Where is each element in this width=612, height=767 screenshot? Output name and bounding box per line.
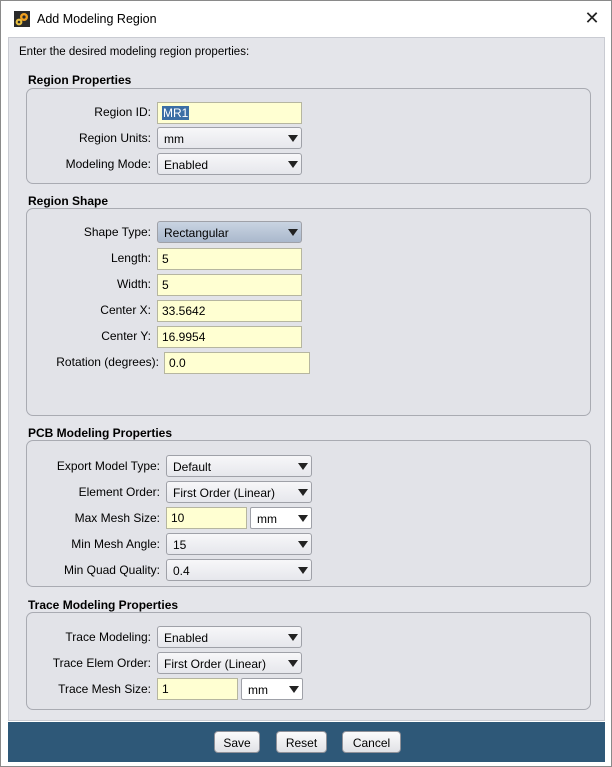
width-field[interactable]: 5: [157, 274, 302, 296]
chevron-down-icon: [288, 133, 298, 143]
center-x-label: Center X:: [100, 303, 151, 317]
rotation-field[interactable]: 0.0: [164, 352, 310, 374]
app-gear-icon: [14, 11, 30, 27]
region-properties-title: Region Properties: [28, 73, 132, 87]
shape-type-dropdown[interactable]: Rectangular: [157, 221, 302, 243]
dialog-content: Enter the desired modeling region proper…: [8, 37, 605, 721]
shape-type-label: Shape Type:: [83, 225, 151, 239]
width-label: Width:: [116, 277, 151, 291]
modeling-mode-dropdown[interactable]: Enabled: [157, 153, 302, 175]
min-mesh-angle-label: Min Mesh Angle:: [71, 537, 160, 551]
chevron-down-icon: [298, 487, 308, 497]
max-mesh-size-field[interactable]: 10: [166, 507, 247, 529]
region-id-field[interactable]: MR1: [157, 102, 302, 124]
save-button[interactable]: Save: [214, 731, 260, 753]
chevron-down-icon: [298, 539, 308, 549]
reset-button[interactable]: Reset: [276, 731, 327, 753]
instructions-text: Enter the desired modeling region proper…: [19, 46, 250, 58]
center-y-field[interactable]: 16.9954: [157, 326, 302, 348]
trace-modeling-dropdown[interactable]: Enabled: [157, 626, 302, 648]
pcb-modeling-title: PCB Modeling Properties: [28, 426, 173, 440]
trace-modeling-title: Trace Modeling Properties: [28, 598, 179, 612]
close-icon: ✕: [584, 7, 600, 28]
region-units-dropdown[interactable]: mm: [157, 127, 302, 149]
chevron-down-icon: [288, 159, 298, 169]
trace-mesh-size-unit-dropdown[interactable]: mm: [241, 678, 303, 700]
max-mesh-size-label: Max Mesh Size:: [74, 511, 160, 525]
button-bar: Save Reset Cancel: [8, 722, 605, 762]
close-button[interactable]: ✕: [575, 3, 609, 33]
length-field[interactable]: 5: [157, 248, 302, 270]
export-model-type-label: Export Model Type:: [56, 459, 160, 473]
cancel-button[interactable]: Cancel: [342, 731, 401, 753]
min-quad-quality-label: Min Quad Quality:: [63, 563, 160, 577]
chevron-down-icon: [288, 227, 298, 237]
region-id-label: Region ID:: [94, 105, 151, 119]
chevron-down-icon: [288, 658, 298, 668]
chevron-down-icon: [298, 461, 308, 471]
min-quad-quality-dropdown[interactable]: 0.4: [166, 559, 312, 581]
chevron-down-icon: [298, 565, 308, 575]
trace-elem-order-label: Trace Elem Order:: [52, 656, 151, 670]
chevron-down-icon: [298, 513, 308, 523]
center-y-label: Center Y:: [101, 329, 151, 343]
rotation-label: Rotation (degrees):: [56, 355, 159, 369]
element-order-label: Element Order:: [78, 485, 160, 499]
window-title: Add Modeling Region: [37, 12, 157, 26]
export-model-type-dropdown[interactable]: Default: [166, 455, 312, 477]
center-x-field[interactable]: 33.5642: [157, 300, 302, 322]
min-mesh-angle-dropdown[interactable]: 15: [166, 533, 312, 555]
trace-mesh-size-field[interactable]: 1: [157, 678, 238, 700]
trace-mesh-size-label: Trace Mesh Size:: [58, 682, 151, 696]
length-label: Length:: [110, 251, 151, 265]
title-bar[interactable]: Add Modeling Region ✕: [1, 1, 611, 35]
max-mesh-size-unit-dropdown[interactable]: mm: [250, 507, 312, 529]
region-units-label: Region Units:: [78, 131, 151, 145]
trace-elem-order-dropdown[interactable]: First Order (Linear): [157, 652, 302, 674]
chevron-down-icon: [288, 632, 298, 642]
dialog-window: Add Modeling Region ✕ Enter the desired …: [0, 0, 612, 767]
chevron-down-icon: [289, 684, 299, 694]
trace-modeling-label: Trace Modeling:: [65, 630, 151, 644]
modeling-mode-label: Modeling Mode:: [65, 157, 151, 171]
region-shape-title: Region Shape: [28, 194, 109, 208]
element-order-dropdown[interactable]: First Order (Linear): [166, 481, 312, 503]
